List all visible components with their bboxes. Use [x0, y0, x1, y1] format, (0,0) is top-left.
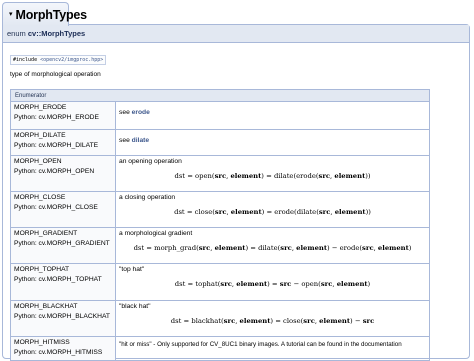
member-title: MorphTypes: [15, 7, 88, 22]
desc-text: "hit or miss" - Only supported for CV_8U…: [119, 341, 402, 348]
dilate-link[interactable]: dilate: [132, 137, 149, 144]
enum-value-name: MORPH_GRADIENT: [14, 230, 78, 237]
enum-value-name: MORPH_CLOSE: [14, 194, 66, 201]
enum-name-cell: MORPH_OPEN Python: cv.MORPH_OPEN: [10, 155, 116, 192]
formula: dst = open(src, element) = dilate(erode(…: [174, 172, 371, 180]
enumerator-header: Enumerator: [10, 89, 430, 102]
enum-desc-cell: an opening operation dst = open(src, ele…: [115, 155, 430, 192]
include-directive: #include <opencv2/imgproc.hpp>: [10, 55, 107, 65]
table-row: MORPH_GRADIENT Python: cv.MORPH_GRADIENT…: [10, 227, 430, 264]
brief-description: type of morphological operation: [10, 71, 101, 78]
enum-value-name: MORPH_ERODE: [14, 104, 67, 111]
formula: dst = tophat(src, element) = src − open(…: [174, 280, 371, 288]
enum-desc-cell: a closing operation dst = close(src, ele…: [115, 191, 430, 228]
table-row: MORPH_CLOSE Python: cv.MORPH_CLOSE a clo…: [10, 191, 430, 228]
include-keyword: #include: [13, 57, 41, 63]
table-row: MORPH_ERODE Python: cv.MORPH_ERODE see e…: [10, 101, 430, 130]
formula: dst = morph_grad(src, element) = dilate(…: [133, 244, 412, 252]
enum-value-name: MORPH_BLACKHAT: [14, 303, 78, 310]
desc-text: "top hat": [119, 266, 145, 273]
enum-desc-cell: "black hat" dst = blackhat(src, element)…: [115, 300, 430, 337]
desc-text: a morphological gradient: [119, 230, 193, 237]
collapse-triangle-icon[interactable]: ▾: [9, 11, 13, 18]
enum-python-name: Python: cv.MORPH_DILATE: [14, 142, 99, 149]
enum-desc-cell: "hit or miss" - Only supported for CV_8U…: [115, 336, 430, 361]
enum-value-name: MORPH_DILATE: [14, 132, 66, 139]
enum-desc-cell: "top hat" dst = tophat(src, element) = s…: [115, 263, 430, 301]
enum-name-cell: MORPH_ERODE Python: cv.MORPH_ERODE: [10, 101, 116, 130]
enum-name-cell: MORPH_CLOSE Python: cv.MORPH_CLOSE: [10, 191, 116, 228]
desc-text: a closing operation: [119, 194, 176, 201]
enum-keyword: enum: [7, 29, 28, 38]
desc-text: see: [119, 109, 132, 116]
enum-value-name: MORPH_HITMISS: [14, 339, 70, 346]
table-row: MORPH_BLACKHAT Python: cv.MORPH_BLACKHAT…: [10, 300, 430, 337]
member-title-tab[interactable]: ▾ MorphTypes: [2, 2, 87, 26]
enum-python-name: Python: cv.MORPH_ERODE: [14, 114, 99, 121]
table-row: MORPH_OPEN Python: cv.MORPH_OPEN an open…: [10, 155, 430, 192]
erode-link[interactable]: erode: [132, 109, 150, 116]
include-file-link[interactable]: <opencv2/imgproc.hpp>: [40, 57, 103, 63]
enum-desc-cell: see erode: [115, 101, 430, 130]
table-row: MORPH_HITMISS Python: cv.MORPH_HITMISS "…: [10, 336, 430, 361]
desc-text: an opening operation: [119, 158, 182, 165]
table-row: MORPH_DILATE Python: cv.MORPH_DILATE see…: [10, 129, 430, 156]
enum-name-cell: MORPH_DILATE Python: cv.MORPH_DILATE: [10, 129, 116, 156]
enum-value-name: MORPH_OPEN: [14, 158, 62, 165]
formula: dst = blackhat(src, element) = close(src…: [170, 317, 375, 325]
enum-value-name: MORPH_TOPHAT: [14, 266, 70, 273]
formula: dst = close(src, element) = erode(dilate…: [174, 208, 371, 216]
enum-python-name: Python: cv.MORPH_BLACKHAT: [14, 313, 111, 320]
enum-python-name: Python: cv.MORPH_CLOSE: [14, 204, 98, 211]
enum-desc-cell: see dilate: [115, 129, 430, 156]
enum-python-name: Python: cv.MORPH_GRADIENT: [14, 240, 110, 247]
enum-desc-cell: a morphological gradient dst = morph_gra…: [115, 227, 430, 264]
enumerator-table: Enumerator MORPH_ERODE Python: cv.MORPH_…: [10, 89, 430, 361]
enum-name-cell: MORPH_GRADIENT Python: cv.MORPH_GRADIENT: [10, 227, 116, 264]
enum-python-name: Python: cv.MORPH_HITMISS: [14, 349, 103, 356]
member-box: enum cv::MorphTypes #include <opencv2/im…: [2, 24, 470, 361]
enum-prototype: enum cv::MorphTypes: [3, 25, 469, 43]
table-row: MORPH_TOPHAT Python: cv.MORPH_TOPHAT "to…: [10, 263, 430, 301]
enum-name-cell: MORPH_BLACKHAT Python: cv.MORPH_BLACKHAT: [10, 300, 116, 337]
enum-python-name: Python: cv.MORPH_OPEN: [14, 168, 95, 175]
desc-text: see: [119, 137, 132, 144]
desc-text: "black hat": [119, 303, 151, 310]
enum-name-cell: MORPH_TOPHAT Python: cv.MORPH_TOPHAT: [10, 263, 116, 301]
enum-python-name: Python: cv.MORPH_TOPHAT: [14, 276, 102, 283]
enum-name-link[interactable]: cv::MorphTypes: [28, 29, 85, 38]
enum-name-cell: MORPH_HITMISS Python: cv.MORPH_HITMISS: [10, 336, 116, 361]
